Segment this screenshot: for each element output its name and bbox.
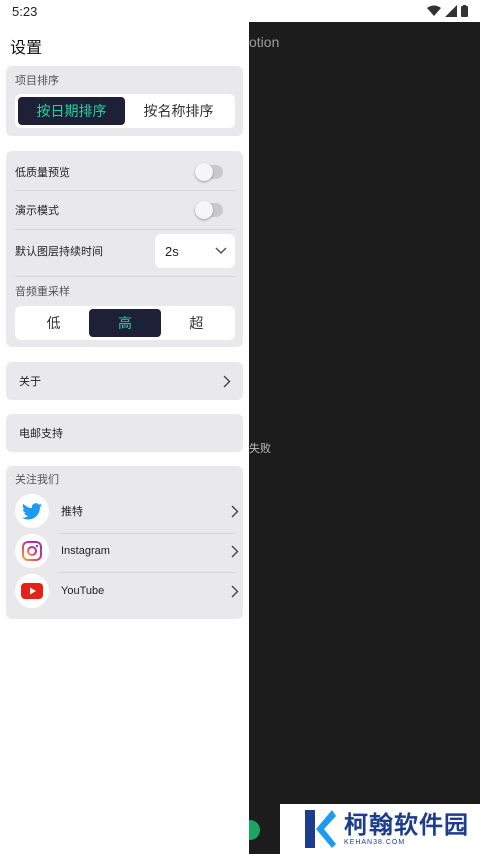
watermark-text: 柯翰软件园 KEHAN38.COM [344, 811, 469, 846]
settings-drawer: 设置 项目排序 按日期排序 按名称排序 低质量预览 演示模式 默认图层持续时间 … [0, 22, 249, 854]
low-quality-preview-label: 低质量预览 [15, 167, 70, 179]
status-bar: 5:23 [0, 0, 480, 22]
youtube-item[interactable]: YouTube [15, 572, 239, 610]
sort-by-name-button[interactable]: 按名称排序 [125, 97, 232, 125]
toggle-knob [195, 201, 213, 219]
chevron-right-icon [223, 375, 231, 387]
sort-segmented-control: 按日期排序 按名称排序 [15, 94, 235, 128]
youtube-label: YouTube [61, 585, 105, 597]
wifi-icon [427, 5, 441, 16]
demo-mode-label: 演示模式 [15, 205, 59, 217]
watermark-en: KEHAN38.COM [344, 838, 406, 846]
youtube-icon [15, 574, 49, 608]
instagram-item[interactable]: Instagram [15, 532, 239, 570]
background-logo: otion [249, 34, 280, 50]
low-quality-preview-toggle[interactable] [195, 163, 223, 181]
sort-label: 项目排序 [15, 75, 59, 87]
page-title: 设置 [10, 40, 43, 57]
audio-high-button[interactable]: 高 [89, 309, 161, 337]
signal-icon [445, 5, 457, 17]
sort-by-date-button[interactable]: 按日期排序 [18, 97, 125, 125]
watermark-cn: 柯翰软件园 [344, 811, 469, 839]
layer-duration-value: 2s [165, 243, 179, 259]
about-label: 关于 [19, 376, 41, 388]
follow-label: 关注我们 [15, 474, 59, 486]
divider [15, 190, 235, 191]
status-icons [427, 5, 468, 17]
instagram-icon [15, 534, 49, 568]
about-item[interactable]: 关于 [6, 362, 243, 400]
background-content [249, 22, 480, 854]
default-layer-duration-row: 默认图层持续时间 2s [15, 233, 235, 269]
layer-duration-dropdown[interactable]: 2s [155, 234, 235, 268]
toggle-knob [195, 163, 213, 181]
chevron-right-icon [231, 505, 239, 517]
watermark: 柯翰软件园 KEHAN38.COM [280, 804, 480, 854]
low-quality-preview-row: 低质量预览 [15, 157, 235, 187]
demo-mode-row: 演示模式 [15, 195, 235, 225]
divider [15, 276, 235, 277]
email-support-item[interactable]: 电邮支持 [6, 414, 243, 452]
watermark-logo-icon [305, 810, 336, 848]
email-support-label: 电邮支持 [19, 428, 63, 440]
audio-low-button[interactable]: 低 [18, 309, 89, 337]
chevron-right-icon [231, 585, 239, 597]
twitter-item[interactable]: 推特 [15, 492, 239, 530]
status-time: 5:23 [12, 3, 38, 19]
demo-mode-toggle[interactable] [195, 201, 223, 219]
chevron-down-icon [215, 247, 227, 255]
audio-ultra-button[interactable]: 超 [161, 309, 232, 337]
divider [15, 229, 235, 230]
battery-icon [461, 5, 468, 17]
chevron-right-icon [231, 545, 239, 557]
settings-card: 低质量预览 演示模式 默认图层持续时间 2s 音频重采样 低 高 超 [6, 151, 243, 347]
audio-resample-segmented-control: 低 高 超 [15, 306, 235, 340]
background-text: 失败 [249, 443, 271, 455]
default-layer-duration-label: 默认图层持续时间 [15, 246, 103, 258]
twitter-icon [15, 494, 49, 528]
instagram-label: Instagram [61, 545, 110, 557]
sort-card: 项目排序 按日期排序 按名称排序 [6, 66, 243, 136]
twitter-label: 推特 [61, 506, 83, 518]
audio-resample-label: 音频重采样 [15, 286, 70, 298]
follow-card: 关注我们 推特 Instagram YouTube [6, 466, 243, 619]
